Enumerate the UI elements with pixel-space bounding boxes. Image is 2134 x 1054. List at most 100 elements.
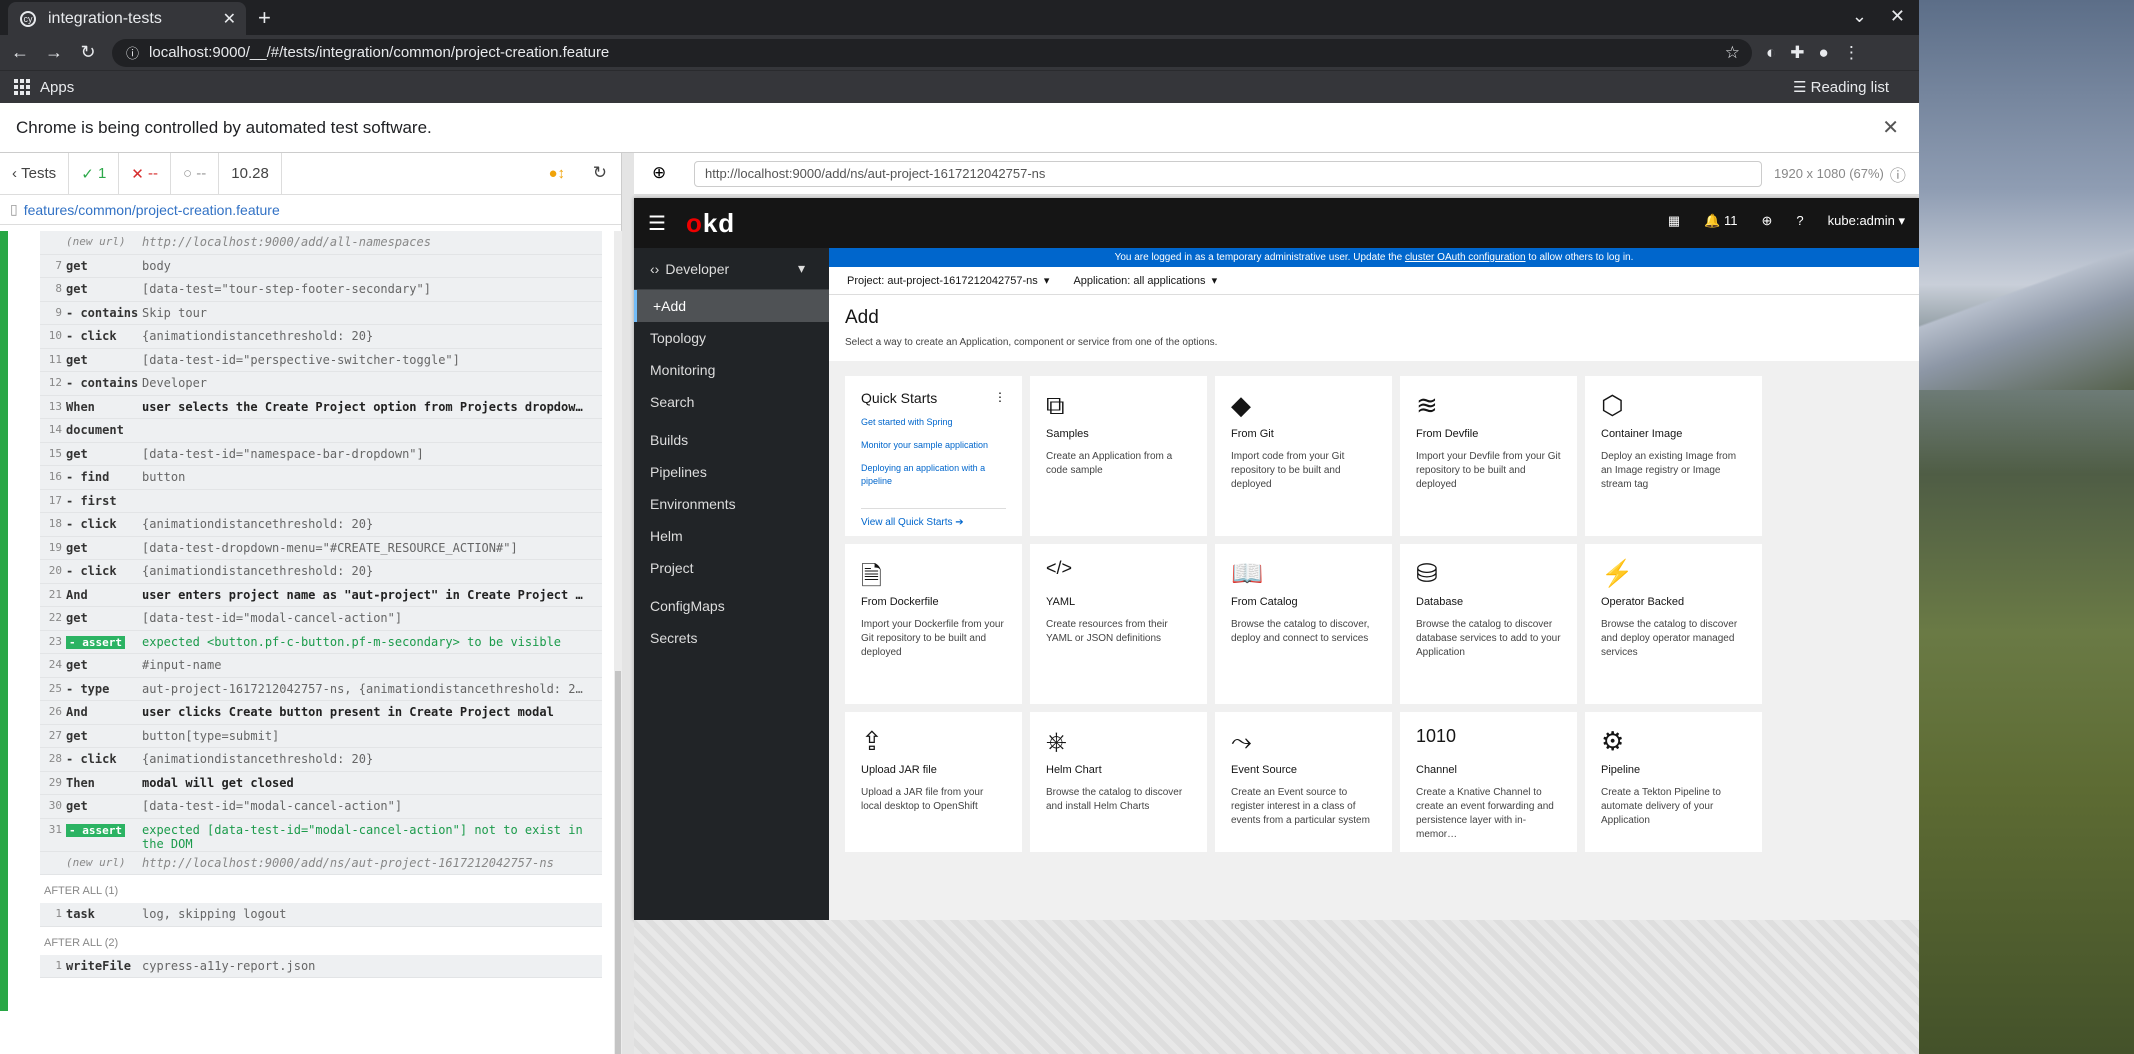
command-row[interactable]: 20 - click {animationdistancethreshold: 20… xyxy=(40,560,602,584)
command-row[interactable]: 18 - click {animationdistancethreshold: 20… xyxy=(40,513,602,537)
command-row[interactable]: 11 get [data-test-id="perspective-switcher… xyxy=(40,348,602,372)
add-option-card[interactable]: ⚙ Pipeline Create a Tekton Pipeline to aut… xyxy=(1585,712,1762,852)
user-menu[interactable]: kube:admin ▾ xyxy=(1828,213,1905,229)
command-row[interactable]: (new url) http://localhost:9000/add/all-n… xyxy=(40,231,602,255)
command-row[interactable]: (new url) http://localhost:9000/add/ns/au… xyxy=(40,851,602,875)
infobar-close-icon[interactable]: ✕ xyxy=(1882,115,1899,140)
quick-start-link[interactable]: Monitor your sample application xyxy=(861,439,1006,452)
back-icon[interactable]: ← xyxy=(6,42,34,63)
application-dropdown[interactable]: Application: all applications ▾ xyxy=(1073,274,1217,287)
site-info-icon[interactable]: ⓘ xyxy=(126,43,139,62)
command-message: button[type=submit] xyxy=(142,728,280,743)
add-option-card[interactable]: ⤳ Event Source Create an Event source to r… xyxy=(1215,712,1392,852)
aut-url-bar[interactable]: http://localhost:9000/add/ns/aut-project… xyxy=(694,160,1762,187)
command-row[interactable]: 30 get [data-test-id="modal-cancel-action"… xyxy=(40,795,602,819)
command-row[interactable]: 15 get [data-test-id="namespace-bar-dropdo… xyxy=(40,442,602,466)
app-launcher-icon[interactable]: ▦ xyxy=(1668,213,1680,229)
add-option-card[interactable]: 1010 Channel Create a Knative Channel to c… xyxy=(1400,712,1577,852)
quick-start-link[interactable]: Get started with Spring xyxy=(861,416,1006,429)
command-row[interactable]: 24 get #input-name xyxy=(40,654,602,678)
command-row[interactable]: 22 get [data-test-id="modal-cancel-action"… xyxy=(40,607,602,631)
command-row[interactable]: 16 - find button xyxy=(40,466,602,490)
command-row[interactable]: 25 - type aut-project-1617212042757-ns, {a… xyxy=(40,677,602,701)
tests-button[interactable]: ‹ Tests xyxy=(0,152,70,195)
autoscroll-icon[interactable]: ●↕ xyxy=(548,165,565,182)
nav-item-configmaps[interactable]: ConfigMaps xyxy=(634,590,829,622)
bookmark-star-icon[interactable]: ☆ xyxy=(1725,43,1740,63)
new-tab-icon[interactable]: + xyxy=(258,5,271,31)
reporter-scrollbar[interactable] xyxy=(614,231,622,1054)
command-row[interactable]: 1 task log, skipping logout xyxy=(40,903,602,927)
command-row[interactable]: 21 And user enters project name as "aut-pr… xyxy=(40,583,602,607)
nav-item-search[interactable]: Search xyxy=(634,386,829,418)
command-row[interactable]: 14 document xyxy=(40,419,602,443)
add-option-card[interactable]: ⇪ Upload JAR file Upload a JAR file from y… xyxy=(845,712,1022,852)
okd-logo[interactable]: okd xyxy=(686,208,735,239)
forward-icon[interactable]: → xyxy=(40,42,68,63)
command-row[interactable]: 13 When user selects the Create Project op… xyxy=(40,395,602,419)
command-row[interactable]: 8 get [data-test="tour-step-footer-seconda… xyxy=(40,278,602,302)
notifications-button[interactable]: 🔔 11 xyxy=(1704,213,1737,229)
quick-create-icon[interactable]: ⊕ xyxy=(1762,213,1773,229)
nav-item-pipelines[interactable]: Pipelines xyxy=(634,456,829,488)
nav-item-project[interactable]: Project xyxy=(634,552,829,584)
command-row[interactable]: 28 - click {animationdistancethreshold: 20… xyxy=(40,748,602,772)
tab-search-icon[interactable]: ⌄ xyxy=(1852,6,1867,27)
command-row[interactable]: 9 - contains Skip tour xyxy=(40,301,602,325)
reload-icon[interactable]: ↻ xyxy=(74,42,102,63)
extension-icon[interactable]: ◐ xyxy=(1766,43,1776,63)
address-bar[interactable]: ⓘ localhost:9000/__/#/tests/integration/… xyxy=(112,38,1752,67)
command-row[interactable]: 12 - contains Developer xyxy=(40,372,602,396)
nav-item-builds[interactable]: Builds xyxy=(634,424,829,456)
hook-header[interactable]: AFTER ALL (1) xyxy=(40,875,602,903)
reading-list-button[interactable]: ☰ Reading list xyxy=(1793,78,1889,96)
perspective-switcher[interactable]: ‹› Developer ▾ xyxy=(634,248,829,290)
menu-kebab-icon[interactable]: ⋮ xyxy=(1843,43,1860,63)
nav-item-secrets[interactable]: Secrets xyxy=(634,622,829,654)
command-row[interactable]: 1 writeFile cypress-a11y-report.json xyxy=(40,954,602,978)
quick-start-link[interactable]: Deploying an application with a pipeline xyxy=(861,462,1006,488)
nav-item-add[interactable]: +Add xyxy=(634,290,829,322)
hook-header[interactable]: AFTER ALL (2) xyxy=(40,927,602,955)
add-option-card[interactable]: 🗎 From Dockerfile Import your Dockerfile f… xyxy=(845,544,1022,704)
command-row[interactable]: 31 - assert expected [data-test-id="modal-… xyxy=(40,818,602,852)
add-option-card[interactable]: ≋ From Devfile Import your Devfile from yo… xyxy=(1400,376,1577,536)
nav-item-monitoring[interactable]: Monitoring xyxy=(634,354,829,386)
command-row[interactable]: 27 get button[type=submit] xyxy=(40,724,602,748)
add-option-card[interactable]: ⎈ Helm Chart Browse the catalog to discove… xyxy=(1030,712,1207,852)
command-row[interactable]: 7 get body xyxy=(40,254,602,278)
project-dropdown[interactable]: Project: aut-project-1617212042757-ns ▾ xyxy=(847,274,1049,287)
add-option-card[interactable]: ⧉ Samples Create an Application from a cod… xyxy=(1030,376,1207,536)
viewport-info-icon[interactable]: ⓘ xyxy=(1890,162,1906,186)
command-row[interactable]: 17 - first xyxy=(40,489,602,513)
add-option-card[interactable]: ⚡ Operator Backed Browse the catalog to di… xyxy=(1585,544,1762,704)
command-row[interactable]: 23 - assert expected <button.pf-c-button.p… xyxy=(40,630,602,654)
rerun-icon[interactable]: ↻ xyxy=(593,163,607,183)
add-option-card[interactable]: ⬡ Container Image Deploy an existing Image… xyxy=(1585,376,1762,536)
add-option-card[interactable]: ⛁ Database Browse the catalog to discover … xyxy=(1400,544,1577,704)
add-option-card[interactable]: </> YAML Create resources from their YAML … xyxy=(1030,544,1207,704)
extensions-puzzle-icon[interactable]: ✚ xyxy=(1790,43,1804,63)
nav-item-topology[interactable]: Topology xyxy=(634,322,829,354)
spec-path[interactable]: ▯ features/common/project-creation.featur… xyxy=(0,195,621,225)
cluster-oauth-link[interactable]: cluster OAuth configuration xyxy=(1405,252,1526,263)
close-tab-icon[interactable]: ✕ xyxy=(223,9,236,29)
command-row[interactable]: 10 - click {animationdistancethreshold: 20… xyxy=(40,325,602,349)
nav-item-environments[interactable]: Environments xyxy=(634,488,829,520)
browser-tab[interactable]: cy integration-tests ✕ xyxy=(8,2,246,35)
window-close-icon[interactable]: ✕ xyxy=(1890,6,1905,27)
help-icon[interactable]: ? xyxy=(1796,213,1803,229)
command-row[interactable]: 26 And user clicks Create button present i… xyxy=(40,701,602,725)
add-option-card[interactable]: 📖 From Catalog Browse the catalog to disco… xyxy=(1215,544,1392,704)
kebab-icon[interactable]: ⋮ xyxy=(994,390,1006,404)
command-row[interactable]: 29 Then modal will get closed xyxy=(40,771,602,795)
view-all-quick-starts-link[interactable]: View all Quick Starts ➔ xyxy=(861,508,1006,528)
nav-item-helm[interactable]: Helm xyxy=(634,520,829,552)
profile-icon[interactable]: ● xyxy=(1819,43,1829,63)
apps-grid-icon[interactable] xyxy=(14,79,30,95)
apps-link[interactable]: Apps xyxy=(40,79,74,96)
selector-playground-icon[interactable]: ⊕ xyxy=(652,163,666,183)
hamburger-menu-icon[interactable]: ☰ xyxy=(648,211,666,236)
command-row[interactable]: 19 get [data-test-dropdown-menu="#CREATE_R… xyxy=(40,536,602,560)
add-option-card[interactable]: ◆ From Git Import code from your Git repos… xyxy=(1215,376,1392,536)
